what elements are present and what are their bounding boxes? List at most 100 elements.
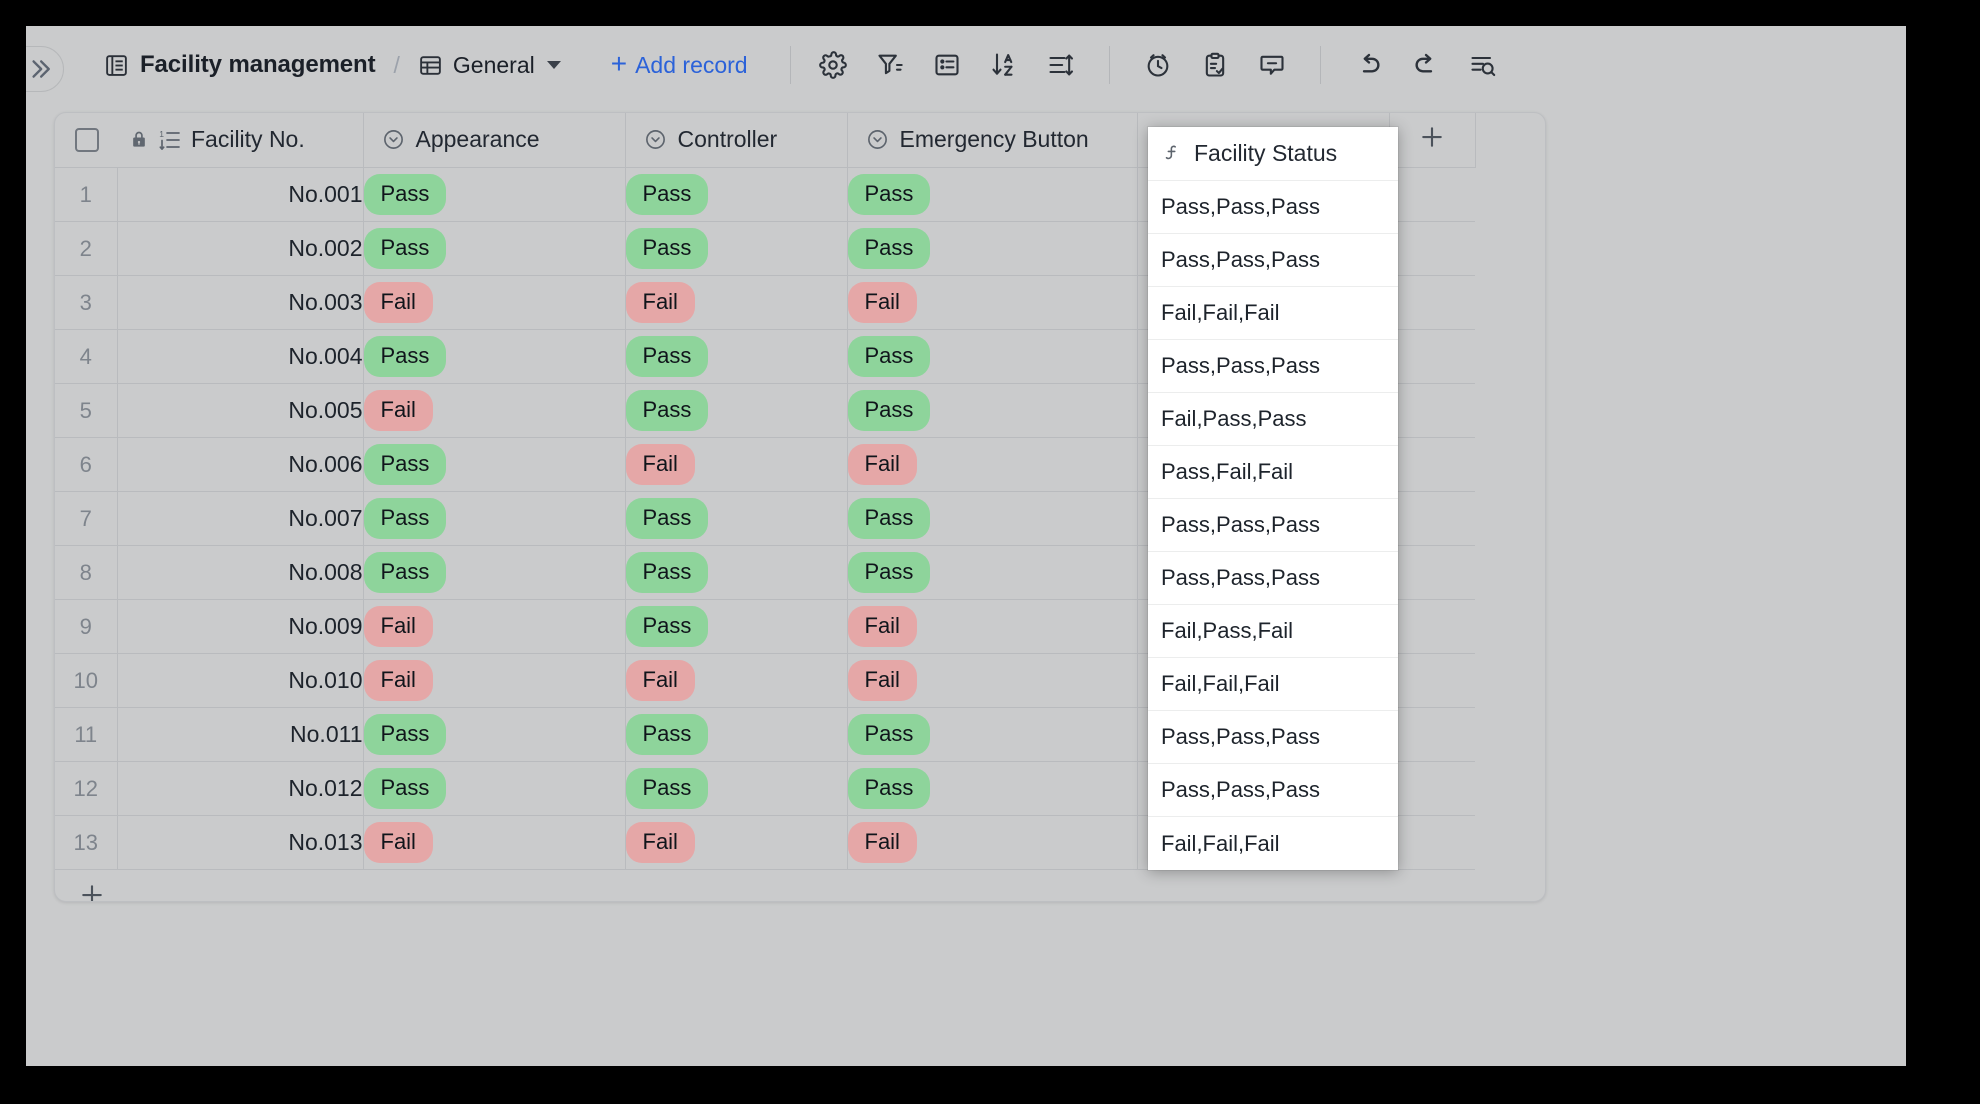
facility-status-cell[interactable]: Fail,Fail,Fail: [1148, 658, 1398, 711]
cell-facility-no[interactable]: No.010: [117, 653, 364, 708]
cell-emergency-button[interactable]: Fail: [847, 815, 1138, 870]
cell-emergency-button[interactable]: Fail: [847, 599, 1138, 654]
facility-status-cell[interactable]: Pass,Pass,Pass: [1148, 499, 1398, 552]
header-add-column[interactable]: [1389, 113, 1476, 168]
header-appearance[interactable]: Appearance: [363, 113, 626, 168]
toolbar-divider-1: [789, 46, 791, 84]
cell-emergency-button[interactable]: Pass: [847, 545, 1138, 600]
cell-appearance[interactable]: Fail: [363, 653, 626, 708]
cell-emergency-button[interactable]: Pass: [847, 707, 1138, 762]
header-label-appearance: Appearance: [415, 126, 540, 153]
cell-emergency-button[interactable]: Pass: [847, 167, 1138, 222]
cell-emergency-button[interactable]: Fail: [847, 275, 1138, 330]
facility-status-cell[interactable]: Fail,Fail,Fail: [1148, 817, 1398, 870]
cell-emergency-button[interactable]: Pass: [847, 221, 1138, 276]
history-button[interactable]: [1132, 39, 1184, 91]
tasks-button[interactable]: [1189, 39, 1241, 91]
cell-controller[interactable]: Pass: [625, 491, 848, 546]
header-emergency-button[interactable]: Emergency Button: [847, 113, 1138, 168]
cell-controller[interactable]: Pass: [625, 221, 848, 276]
cell-emergency-button[interactable]: Fail: [847, 437, 1138, 492]
cell-emergency-button[interactable]: Fail: [847, 653, 1138, 708]
cell-appearance[interactable]: Pass: [363, 761, 626, 816]
cell-appearance[interactable]: Fail: [363, 815, 626, 870]
cell-facility-no[interactable]: No.011: [117, 707, 364, 762]
header-controller[interactable]: Controller: [625, 113, 848, 168]
row-number: 10: [55, 653, 118, 708]
cell-appearance[interactable]: Pass: [363, 437, 626, 492]
cell-facility-no[interactable]: No.005: [117, 383, 364, 438]
filter-icon: [876, 51, 904, 79]
add-record-button[interactable]: + Add record: [611, 50, 748, 79]
group-button[interactable]: [921, 39, 973, 91]
header-label-facility-status: Facility Status: [1194, 140, 1338, 166]
facility-status-cell[interactable]: Pass,Pass,Pass: [1148, 711, 1398, 764]
header-facility-no[interactable]: 1 Facility No.: [55, 113, 364, 168]
row-height-button[interactable]: [1035, 39, 1087, 91]
cell-appearance[interactable]: Pass: [363, 491, 626, 546]
cell-facility-no[interactable]: No.001: [117, 167, 364, 222]
cell-appearance[interactable]: Fail: [363, 599, 626, 654]
row-number: 4: [55, 329, 118, 384]
facility-status-cell[interactable]: Pass,Pass,Pass: [1148, 340, 1398, 393]
comments-button[interactable]: [1246, 39, 1298, 91]
sort-button[interactable]: [978, 39, 1030, 91]
cell-emergency-button[interactable]: Pass: [847, 383, 1138, 438]
redo-button[interactable]: [1400, 39, 1452, 91]
cell-controller[interactable]: Fail: [625, 437, 848, 492]
status-badge: Pass: [625, 227, 709, 269]
facility-status-cell[interactable]: Pass,Fail,Fail: [1148, 446, 1398, 499]
status-badge: Fail: [625, 443, 695, 485]
cell-controller[interactable]: Fail: [625, 275, 848, 330]
cell-appearance[interactable]: Pass: [363, 329, 626, 384]
cell-appearance[interactable]: Pass: [363, 221, 626, 276]
cell-appearance[interactable]: Fail: [363, 275, 626, 330]
facility-status-cell[interactable]: Pass,Pass,Pass: [1148, 764, 1398, 817]
facility-status-cell[interactable]: Pass,Pass,Pass: [1148, 552, 1398, 605]
facility-status-cell[interactable]: Fail,Fail,Fail: [1148, 287, 1398, 340]
select-all-checkbox[interactable]: [75, 127, 99, 152]
add-row-button[interactable]: [55, 870, 1545, 901]
cell-appearance[interactable]: Pass: [363, 167, 626, 222]
cell-controller[interactable]: Pass: [625, 545, 848, 600]
cell-facility-no[interactable]: No.009: [117, 599, 364, 654]
cell-appearance[interactable]: Pass: [363, 545, 626, 600]
cell-controller[interactable]: Pass: [625, 329, 848, 384]
facility-status-cell[interactable]: Pass,Pass,Pass: [1148, 234, 1398, 287]
plus-icon: [77, 880, 107, 901]
sidebar-collapse-button[interactable]: [26, 46, 64, 92]
search-rows-button[interactable]: [1457, 39, 1509, 91]
cell-controller[interactable]: Pass: [625, 761, 848, 816]
facility-status-cell[interactable]: Fail,Pass,Pass: [1148, 393, 1398, 446]
cell-facility-no[interactable]: No.003: [117, 275, 364, 330]
cell-emergency-button[interactable]: Pass: [847, 491, 1138, 546]
cell-emergency-button[interactable]: Pass: [847, 329, 1138, 384]
facility-status-cell[interactable]: Fail,Pass,Fail: [1148, 605, 1398, 658]
cell-emergency-button[interactable]: Pass: [847, 761, 1138, 816]
cell-controller[interactable]: Pass: [625, 599, 848, 654]
cell-controller[interactable]: Pass: [625, 383, 848, 438]
cell-controller[interactable]: Fail: [625, 815, 848, 870]
cell-facility-no[interactable]: No.007: [117, 491, 364, 546]
status-badge: Fail: [363, 659, 433, 701]
header-facility-status[interactable]: Facility Status: [1148, 127, 1398, 181]
cell-appearance[interactable]: Pass: [363, 707, 626, 762]
row-number: 6: [55, 437, 118, 492]
undo-button[interactable]: [1343, 39, 1395, 91]
settings-button[interactable]: [807, 39, 859, 91]
cell-facility-no[interactable]: No.012: [117, 761, 364, 816]
cell-facility-no[interactable]: No.013: [117, 815, 364, 870]
status-badge: Fail: [625, 821, 695, 863]
cell-appearance[interactable]: Fail: [363, 383, 626, 438]
facility-status-cell[interactable]: Pass,Pass,Pass: [1148, 181, 1398, 234]
cell-facility-no[interactable]: No.004: [117, 329, 364, 384]
filter-button[interactable]: [864, 39, 916, 91]
view-selector[interactable]: General: [410, 46, 569, 85]
cell-controller[interactable]: Fail: [625, 653, 848, 708]
cell-controller[interactable]: Pass: [625, 707, 848, 762]
breadcrumb-table[interactable]: Facility management: [96, 45, 384, 85]
cell-facility-no[interactable]: No.002: [117, 221, 364, 276]
cell-controller[interactable]: Pass: [625, 167, 848, 222]
cell-facility-no[interactable]: No.008: [117, 545, 364, 600]
cell-facility-no[interactable]: No.006: [117, 437, 364, 492]
